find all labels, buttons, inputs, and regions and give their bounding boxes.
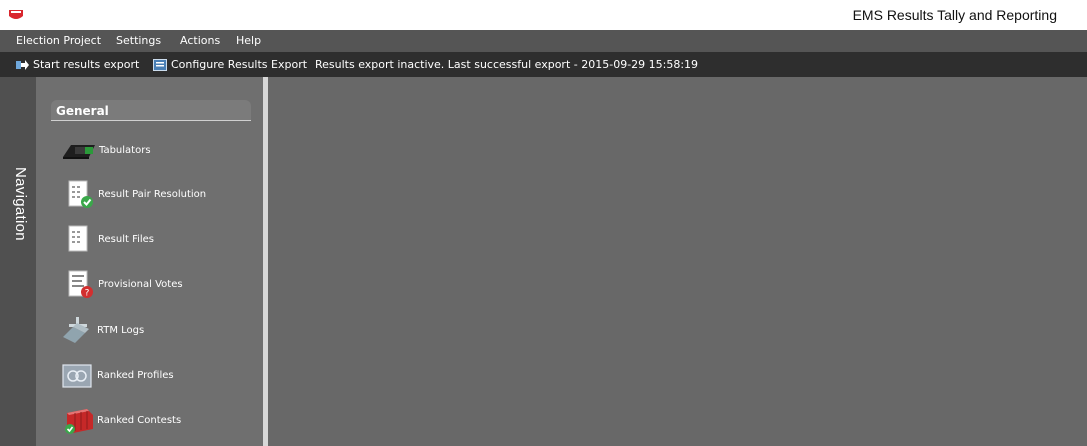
start-export-button[interactable]: Start results export [16, 58, 139, 71]
nav-item-provisional-votes[interactable]: ? Provisional Votes [66, 267, 183, 301]
nav-item-ranked-contests[interactable]: Ranked Contests [61, 403, 181, 437]
ranked-contests-icon [65, 409, 93, 434]
export-status-text: Results export inactive. Last successful… [315, 58, 699, 71]
rtm-logs-icon [63, 317, 89, 343]
configure-export-label: Configure Results Export [171, 58, 308, 71]
menu-actions[interactable]: Actions [180, 34, 220, 47]
configure-export-button[interactable]: Configure Results Export [153, 58, 307, 71]
nav-item-result-files[interactable]: Result Files [66, 222, 154, 256]
main-content-area [268, 77, 1087, 446]
provisional-votes-icon: ? [68, 270, 93, 299]
navigation-strip[interactable]: Navigation [0, 77, 36, 446]
nav-item-label: Tabulators [99, 144, 151, 156]
window-title: EMS Results Tally and Reporting [852, 7, 1057, 23]
group-header-general[interactable]: General [51, 100, 251, 121]
nav-item-rtm-logs[interactable]: RTM Logs [61, 313, 144, 347]
configure-icon [153, 58, 167, 71]
app-logo-icon [9, 10, 23, 19]
start-export-label: Start results export [33, 58, 140, 71]
result-pair-icon [68, 180, 93, 208]
menu-bar: Election Project Settings Actions Help [0, 30, 1087, 52]
menu-help[interactable]: Help [236, 34, 261, 47]
svg-text:?: ? [85, 289, 90, 299]
ranked-profiles-icon [62, 364, 92, 388]
menu-election-project[interactable]: Election Project [16, 34, 101, 47]
nav-item-label: RTM Logs [97, 324, 145, 336]
nav-item-label: Ranked Profiles [97, 369, 174, 381]
group-title: General [56, 104, 109, 118]
menu-settings[interactable]: Settings [116, 34, 161, 47]
tabulator-icon [63, 145, 95, 159]
title-bar: EMS Results Tally and Reporting [0, 0, 1087, 30]
nav-item-label: Result Pair Resolution [98, 188, 207, 200]
nav-item-label: Result Files [98, 233, 155, 245]
navigation-strip-label: Navigation [12, 167, 29, 241]
toolbar: Start results export Configure Results E… [0, 52, 1087, 77]
navigation-panel: General Tabulators Result Pair Resolutio… [36, 77, 263, 446]
nav-item-result-pair-resolution[interactable]: Result Pair Resolution [66, 177, 206, 211]
nav-item-label: Ranked Contests [97, 414, 182, 426]
export-arrow-icon [16, 59, 29, 70]
nav-item-ranked-profiles[interactable]: Ranked Profiles [61, 358, 174, 392]
nav-item-label: Provisional Votes [98, 278, 183, 290]
result-files-icon [68, 225, 88, 252]
nav-item-tabulators[interactable]: Tabulators [61, 133, 151, 167]
